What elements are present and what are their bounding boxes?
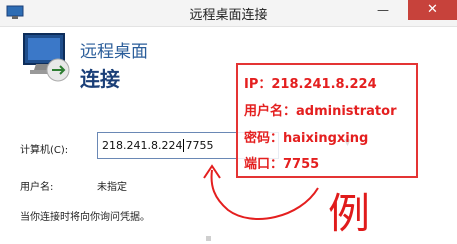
annotation-example-char: 例	[328, 189, 371, 238]
annotation-arrow-icon	[203, 164, 319, 220]
scroll-indicator	[206, 236, 211, 241]
